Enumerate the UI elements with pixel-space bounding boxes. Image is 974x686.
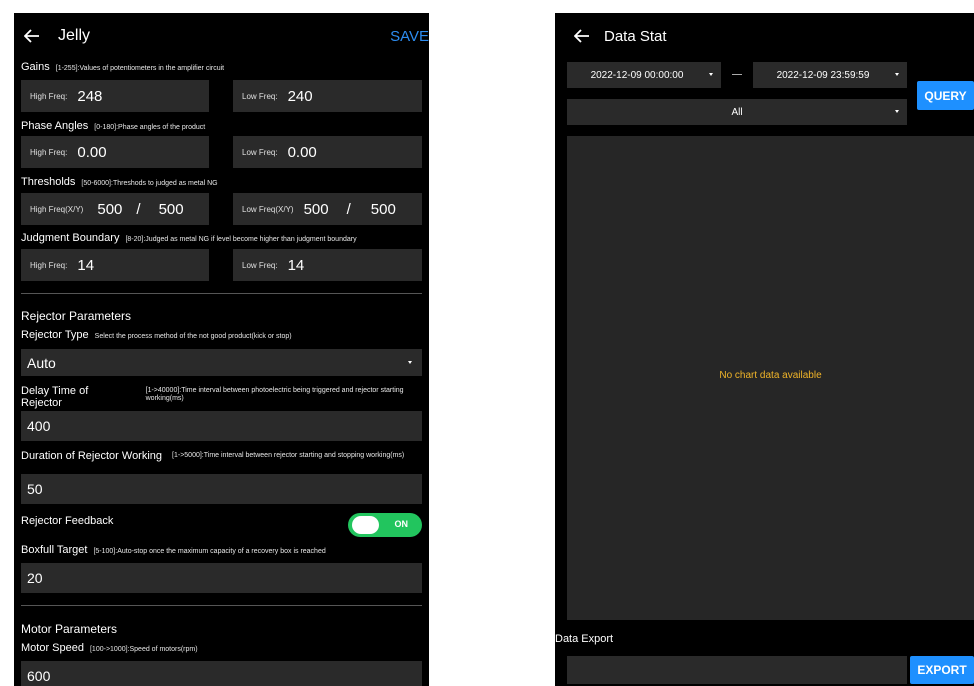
gains-high-freq-field[interactable]: High Freq: 248 — [21, 80, 209, 112]
thresholds-low-label: Low Freq(X/Y) — [242, 204, 294, 214]
duration-input[interactable]: 50 — [21, 474, 422, 504]
duration-title: Duration of Rejector Working — [21, 450, 163, 462]
duration-hint: [1->5000]:Time interval between rejector… — [172, 452, 405, 459]
phase-angles-label: Phase Angles [0-180]:Phase angles of the… — [14, 120, 429, 132]
phase-high-freq-field[interactable]: High Freq: 0.00 — [21, 136, 209, 168]
thresholds-hint: [50-6000]:Threshods to judged as metal N… — [81, 180, 218, 187]
page-title: Jelly — [58, 27, 91, 44]
toggle-state-label: ON — [394, 519, 409, 529]
data-stat-header: Data Stat — [555, 13, 974, 59]
thresholds-label: Thresholds [50-6000]:Threshods to judged… — [14, 176, 429, 188]
rejector-feedback-toggle[interactable]: ON — [348, 513, 422, 537]
thresholds-low-x: 500 — [303, 200, 329, 218]
no-data-message: No chart data available — [719, 370, 822, 381]
boxfull-hint: [5-100]:Auto-stop once the maximum capac… — [93, 548, 326, 555]
gains-low-freq-field[interactable]: Low Freq: 240 — [233, 80, 422, 112]
thresholds-title: Thresholds — [21, 176, 76, 188]
phase-low-label: Low Freq: — [242, 147, 278, 157]
export-path-input[interactable] — [567, 656, 907, 684]
dropdown-caret-icon — [895, 110, 899, 113]
data-export-label: Data Export — [555, 633, 614, 645]
save-button[interactable]: SAVE — [390, 28, 429, 45]
chart-area: No chart data available — [567, 136, 974, 620]
export-button[interactable]: EXPORT — [910, 656, 974, 684]
rejector-type-hint: Select the process method of the not goo… — [94, 333, 292, 340]
thresholds-high-label: High Freq(X/Y) — [30, 204, 84, 214]
phase-title: Phase Angles — [21, 120, 89, 132]
thresholds-low-freq-field[interactable]: Low Freq(X/Y) 500 / 500 — [233, 193, 422, 225]
gains-high-label: High Freq: — [30, 91, 68, 101]
phase-hint: [0-180]:Phase angles of the product — [94, 124, 206, 131]
thresholds-low-y: 500 — [370, 200, 396, 218]
divider — [21, 293, 422, 294]
range-separator — [732, 74, 742, 75]
phase-high-label: High Freq: — [30, 147, 68, 157]
dropdown-caret-icon — [895, 73, 899, 76]
thresholds-high-y: 500 — [158, 200, 184, 218]
duration-label: Duration of Rejector Working [1->5000]:T… — [14, 450, 429, 462]
thresholds-high-freq-field[interactable]: High Freq(X/Y) 500 / 500 — [21, 193, 209, 225]
motor-speed-input[interactable]: 600 — [21, 661, 422, 686]
rejector-type-value: Auto — [27, 354, 56, 371]
feedback-title: Rejector Feedback — [21, 515, 114, 527]
motor-parameters-heading: Motor Parameters — [21, 622, 118, 636]
rejector-parameters-heading: Rejector Parameters — [21, 309, 132, 323]
boundary-title: Judgment Boundary — [21, 232, 120, 244]
boxfull-input[interactable]: 20 — [21, 563, 422, 593]
query-button[interactable]: QUERY — [917, 81, 974, 110]
gains-hint: [1-255]:Values of potentiometers in the … — [55, 65, 225, 72]
gains-low-value: 240 — [287, 87, 313, 105]
motor-speed-label: Motor Speed [100->1000]:Speed of motors(… — [14, 642, 429, 654]
back-arrow-icon[interactable] — [22, 26, 42, 46]
motor-speed-title: Motor Speed — [21, 642, 84, 654]
end-datetime-select[interactable]: 2022-12-09 23:59:59 — [753, 62, 907, 88]
thresholds-separator: / — [136, 200, 141, 218]
jelly-settings-panel: Jelly SAVE Gains [1-255]:Values of poten… — [14, 13, 429, 686]
boxfull-title: Boxfull Target — [21, 544, 88, 556]
delay-time-title: Delay Time of Rejector — [21, 385, 89, 409]
delay-time-hint: [1->40000]:Time interval between photoel… — [145, 387, 404, 402]
delay-time-input[interactable]: 400 — [21, 411, 422, 441]
start-datetime-select[interactable]: 2022-12-09 00:00:00 — [567, 62, 721, 88]
back-arrow-icon[interactable] — [574, 29, 590, 43]
gains-label: Gains [1-255]:Values of potentiometers i… — [14, 61, 429, 73]
jelly-header: Jelly SAVE — [14, 13, 429, 59]
gains-high-value: 248 — [77, 87, 103, 105]
motor-speed-hint: [100->1000]:Speed of motors(rpm) — [89, 646, 198, 653]
boundary-low-value: 14 — [287, 256, 305, 274]
thresholds-separator: / — [346, 200, 351, 218]
filter-value: All — [731, 106, 743, 118]
phase-low-freq-field[interactable]: Low Freq: 0.00 — [233, 136, 422, 168]
gains-low-label: Low Freq: — [242, 91, 278, 101]
gains-title: Gains — [21, 61, 50, 73]
rejector-type-title: Rejector Type — [21, 329, 89, 341]
divider — [21, 605, 422, 606]
start-datetime-value: 2022-12-09 00:00:00 — [590, 69, 684, 81]
boundary-low-label: Low Freq: — [242, 260, 278, 270]
boundary-high-freq-field[interactable]: High Freq: 14 — [21, 249, 209, 281]
filter-select[interactable]: All — [567, 99, 907, 125]
delay-time-label: Delay Time of Rejector [1->40000]:Time i… — [14, 385, 429, 409]
rejector-type-select[interactable]: Auto — [21, 349, 422, 376]
judgment-boundary-label: Judgment Boundary [8-20]:Judged as metal… — [14, 232, 429, 244]
toggle-knob — [352, 516, 379, 534]
end-datetime-value: 2022-12-09 23:59:59 — [776, 69, 870, 81]
phase-low-value: 0.00 — [287, 143, 317, 161]
rejector-type-label: Rejector Type Select the process method … — [14, 329, 429, 341]
boundary-high-label: High Freq: — [30, 260, 68, 270]
dropdown-caret-icon — [709, 73, 713, 76]
boundary-low-freq-field[interactable]: Low Freq: 14 — [233, 249, 422, 281]
page-title: Data Stat — [604, 27, 667, 45]
phase-high-value: 0.00 — [77, 143, 107, 161]
boxfull-label: Boxfull Target [5-100]:Auto-stop once th… — [14, 544, 429, 556]
boundary-high-value: 14 — [77, 256, 95, 274]
dropdown-caret-icon — [408, 361, 412, 364]
data-stat-panel: Data Stat 2022-12-09 00:00:00 2022-12-09… — [555, 13, 974, 686]
thresholds-high-x: 500 — [97, 200, 123, 218]
boundary-hint: [8-20]:Judged as metal NG if level becom… — [125, 236, 357, 243]
